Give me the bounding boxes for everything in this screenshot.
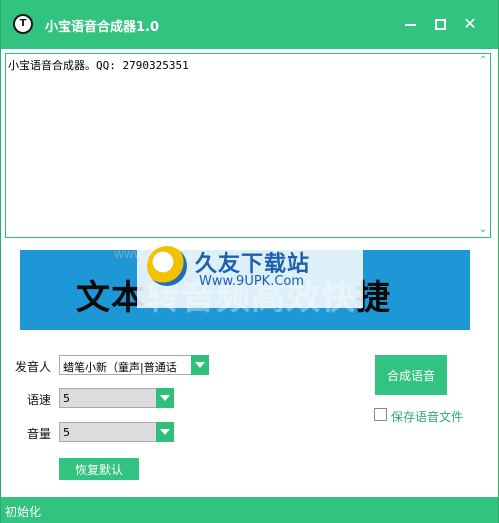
close-icon: ✕ [463,14,477,33]
volume-label: 音量 [27,427,52,441]
save-audio-checkbox[interactable] [374,408,387,421]
chevron-down-icon[interactable] [156,422,174,442]
reset-default-button[interactable]: 恢复默认 [59,458,139,480]
minimize-button[interactable] [399,13,421,35]
chevron-down-icon[interactable] [191,355,209,375]
chevron-down-icon[interactable] [156,388,174,408]
volume-select[interactable]: 5 [59,422,174,442]
app-icon-glyph: T [19,18,27,29]
minimize-icon [404,24,416,26]
speed-select-value: 5 [63,392,70,405]
voice-select-value: 蜡笔小新（童声|普通话 [63,361,177,374]
window-title: 小宝语音合成器1.0 [45,20,160,35]
save-audio-label[interactable]: 保存语音文件 [391,408,463,425]
scroll-up-icon[interactable]: ⌃ [478,56,488,66]
speed-label: 语速 [27,393,52,407]
watermark: 久友下载站 Www.9UPK.Com [137,238,363,308]
synthesize-button[interactable]: 合成语音 [375,355,447,395]
status-text: 初始化 [5,505,42,519]
speed-select[interactable]: 5 [59,388,174,408]
maximize-icon [434,18,446,30]
status-bar: 初始化 [1,497,498,523]
app-window: T 小宝语音合成器1.0 ✕ 小宝语音合成器。QQ: 2790325351 ⌃ … [0,0,499,523]
watermark-logo-icon [147,246,187,286]
close-button[interactable]: ✕ [459,13,481,35]
app-icon: T [13,14,33,34]
watermark-url: Www.9UPK.Com [199,274,305,289]
voice-select[interactable]: 蜡笔小新（童声|普通话 [59,355,209,375]
text-input-content: 小宝语音合成器。QQ: 2790325351 [8,59,189,72]
maximize-button[interactable] [429,13,451,35]
volume-select-value: 5 [63,426,70,439]
banner-text-part1: 文本 [76,278,146,318]
text-input-area[interactable]: 小宝语音合成器。QQ: 2790325351 ⌃ ⌄ [5,53,491,238]
voice-label: 发音人 [15,360,52,374]
title-bar: T 小宝语音合成器1.0 ✕ [1,0,498,49]
scroll-down-icon[interactable]: ⌄ [478,225,488,235]
